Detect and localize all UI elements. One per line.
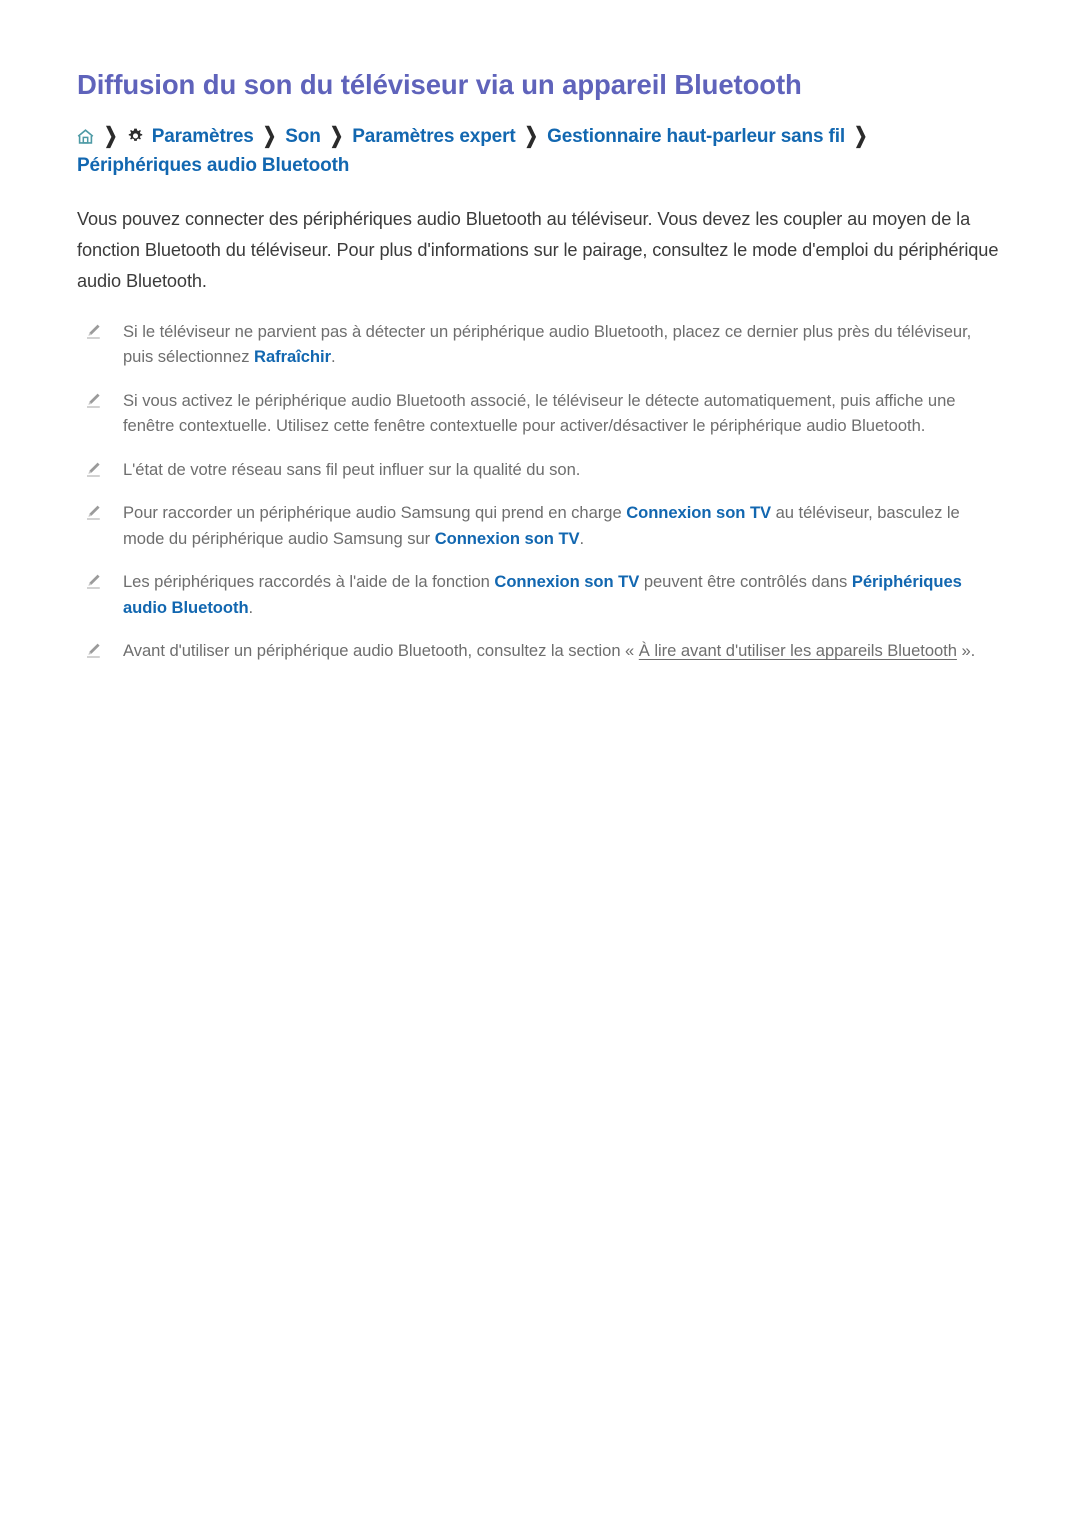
breadcrumb-item-gestionnaire-haut-parleur-sans-fil[interactable]: Gestionnaire haut-parleur sans fil [547,126,845,147]
breadcrumb-item-parametres-expert[interactable]: Paramètres expert [352,126,515,147]
breadcrumb-separator: ❯ [262,124,277,148]
note-text-run: ». [956,641,976,661]
note-text: Si vous activez le périphérique audio Bl… [123,390,956,436]
list-item: Avant d'utiliser un périphérique audio B… [77,638,1003,664]
pencil-icon [85,460,102,477]
note-text: Si le téléviseur ne parvient pas à détec… [123,322,971,367]
list-item: L'état de votre réseau sans fil peut inf… [77,457,1003,483]
home-icon[interactable] [77,124,94,144]
breadcrumb-separator: ❯ [854,124,868,148]
pencil-icon [85,641,102,658]
note-text-run: L'état de votre réseau sans fil peut inf… [123,459,581,479]
note-list: Si le téléviseur ne parvient pas à détec… [77,297,1003,664]
note-text-run: Si vous activez le périphérique audio Bl… [123,390,956,436]
note-text-run: . [579,528,585,548]
list-item: Pour raccorder un périphérique audio Sam… [77,500,1003,551]
document-page: Diffusion du son du téléviseur via un ap… [0,0,1080,1527]
note-text-run: Si le téléviseur ne parvient pas à détec… [123,321,972,367]
pencil-icon [85,572,102,589]
breadcrumb-item-parametres[interactable]: Paramètres [152,126,254,147]
pencil-icon [85,503,102,520]
list-item: Si le téléviseur ne parvient pas à détec… [77,319,1003,370]
inline-section-link[interactable]: À lire avant d'utiliser les appareils Bl… [639,641,957,660]
gear-icon [127,125,144,142]
note-text-run: Les périphériques raccordés à l'aide de … [123,572,495,592]
note-text-run: . [248,597,254,617]
note-text: Pour raccorder un périphérique audio Sam… [123,503,960,548]
note-text-run: Pour raccorder un périphérique audio Sam… [123,503,627,523]
inline-setting-link[interactable]: Connexion son TV [626,503,771,522]
breadcrumb-separator: ❯ [329,124,344,148]
inline-setting-link[interactable]: Connexion son TV [435,529,580,548]
breadcrumb-separator: ❯ [524,124,538,148]
note-text-run: . [330,347,336,367]
inline-setting-link[interactable]: Connexion son TV [494,572,639,591]
breadcrumb-item-peripheriques-audio-bluetooth[interactable]: Périphériques audio Bluetooth [77,155,349,176]
list-item: Les périphériques raccordés à l'aide de … [77,569,1003,620]
breadcrumb-separator: ❯ [104,124,118,148]
note-text: Les périphériques raccordés à l'aide de … [123,572,962,617]
note-text-run: Avant d'utiliser un périphérique audio B… [123,641,639,661]
note-text: Avant d'utiliser un périphérique audio B… [123,641,975,660]
pencil-icon [85,391,102,408]
intro-paragraph: Vous pouvez connecter des périphériques … [77,208,999,291]
note-text: L'état de votre réseau sans fil peut inf… [123,460,580,479]
pencil-icon [85,322,102,339]
breadcrumb: ❯ Paramètres ❯ Son ❯ Paramètres expert ❯… [77,122,967,180]
list-item: Si vous activez le périphérique audio Bl… [77,388,1003,439]
page-title: Diffusion du son du téléviseur via un ap… [77,69,802,100]
inline-setting-link[interactable]: Rafraîchir [254,347,331,366]
breadcrumb-item-son[interactable]: Son [285,126,321,147]
note-text-run: peuvent être contrôlés dans [639,572,852,592]
